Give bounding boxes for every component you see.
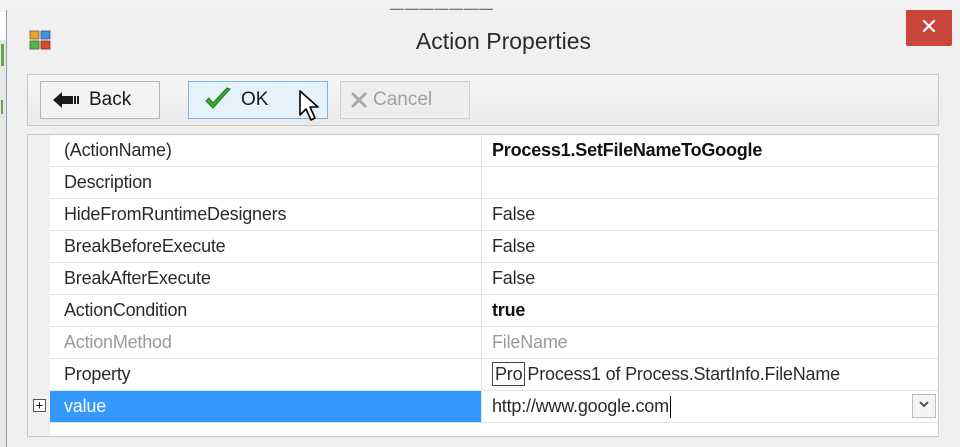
- text-caret: [669, 396, 671, 419]
- property-grid: (ActionName) Process1.SetFileNameToGoogl…: [27, 134, 939, 437]
- property-value-prefix: Pro: [492, 362, 526, 386]
- chevron-down-icon: [919, 401, 929, 408]
- plus-box-icon[interactable]: +: [33, 399, 46, 412]
- property-value[interactable]: Pro Process1 of Process.StartInfo.FileNam…: [482, 359, 938, 390]
- property-name: value: [50, 391, 482, 422]
- property-value[interactable]: [482, 167, 938, 198]
- property-value: FileName: [492, 332, 568, 352]
- property-value[interactable]: False: [482, 199, 938, 230]
- back-button[interactable]: Back: [40, 81, 160, 119]
- x-icon: [351, 92, 367, 108]
- mouse-cursor-icon: [299, 90, 319, 121]
- property-value[interactable]: true: [482, 295, 938, 326]
- property-name: Property: [50, 359, 482, 390]
- property-row-actionmethod: ActionMethod FileName: [28, 327, 938, 359]
- property-row-description[interactable]: Description: [28, 167, 938, 199]
- value-input-text: http://www.google.com: [492, 396, 669, 416]
- value-input[interactable]: http://www.google.com: [482, 391, 938, 422]
- property-row-actioncondition[interactable]: ActionCondition true: [28, 295, 938, 327]
- property-name: HideFromRuntimeDesigners: [50, 199, 482, 230]
- cancel-button-label: Cancel: [373, 89, 433, 110]
- value-dropdown-button[interactable]: [912, 394, 936, 418]
- property-row-value[interactable]: + value http://www.google.com: [28, 391, 938, 423]
- property-value[interactable]: Process1.SetFileNameToGoogle: [482, 135, 938, 166]
- cancel-button[interactable]: Cancel: [340, 81, 470, 119]
- property-row-hidefromruntimedesigners[interactable]: HideFromRuntimeDesigners False: [28, 199, 938, 231]
- action-properties-dialog: Action Properties ✕ Back OK Cancel (Acti…: [6, 10, 960, 447]
- property-row-property[interactable]: Property Pro Process1 of Process.StartInf…: [28, 359, 938, 391]
- background-green-mark: [1, 100, 3, 114]
- back-arrow-icon: [53, 92, 79, 108]
- close-icon: ✕: [919, 14, 939, 39]
- property-value-text: Process1 of Process.StartInfo.FileName: [527, 364, 840, 384]
- property-name: (ActionName): [50, 135, 482, 166]
- property-value[interactable]: False: [482, 263, 938, 294]
- toolbar: Back OK Cancel: [27, 74, 939, 126]
- property-name: Description: [50, 167, 482, 198]
- back-button-label: Back: [89, 89, 132, 110]
- ok-button-label: OK: [241, 89, 269, 110]
- property-row-actionname[interactable]: (ActionName) Process1.SetFileNameToGoogl…: [28, 135, 938, 167]
- title-bar[interactable]: Action Properties ✕: [7, 10, 960, 70]
- background-green-mark: [1, 44, 4, 66]
- window-title: Action Properties: [415, 28, 592, 54]
- close-button[interactable]: ✕: [906, 10, 952, 46]
- checkmark-icon: [205, 87, 231, 109]
- property-name: ActionCondition: [50, 295, 482, 326]
- property-name: BreakAfterExecute: [50, 263, 482, 294]
- property-value[interactable]: False: [482, 231, 938, 262]
- property-name: ActionMethod: [50, 327, 482, 358]
- property-row-breakafterexecute[interactable]: BreakAfterExecute False: [28, 263, 938, 295]
- property-row-breakbeforeexecute[interactable]: BreakBeforeExecute False: [28, 231, 938, 263]
- property-name: BreakBeforeExecute: [50, 231, 482, 262]
